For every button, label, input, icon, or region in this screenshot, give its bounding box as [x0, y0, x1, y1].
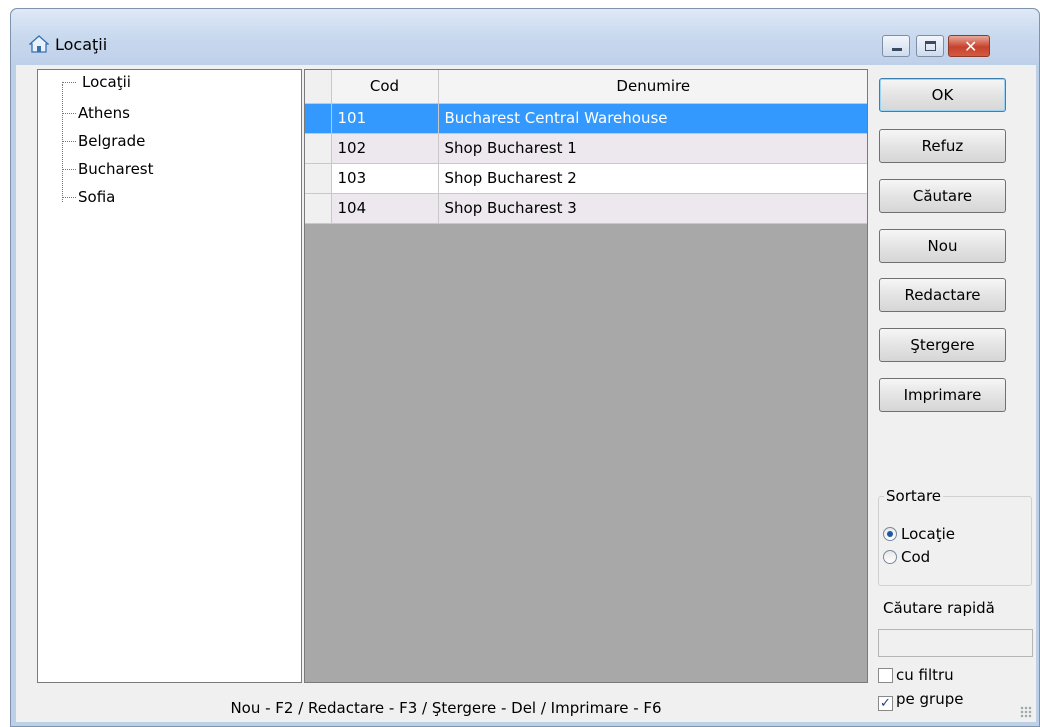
close-icon: ✕ [964, 37, 978, 56]
refuz-button[interactable]: Refuz [879, 129, 1006, 163]
cell-denumire[interactable]: Bucharest Central Warehouse [438, 103, 867, 134]
grid-header: Cod Denumire [305, 70, 867, 104]
row-indicator[interactable] [305, 163, 332, 194]
cu-filtru-checkbox[interactable]: cu filtru [878, 665, 954, 685]
cell-cod[interactable]: 103 [331, 163, 439, 194]
sort-groupbox: Sortare Locaţie Cod [878, 487, 1032, 586]
row-indicator[interactable] [305, 133, 332, 164]
tree-item-belgrade[interactable]: Belgrade [62, 131, 145, 151]
column-header-cod[interactable]: Cod [331, 70, 439, 104]
maximize-button[interactable] [916, 35, 944, 57]
cautare-button[interactable]: Căutare [879, 179, 1006, 213]
cell-cod[interactable]: 102 [331, 133, 439, 164]
shortcut-hint: Nou - F2 / Redactare - F3 / Ştergere - D… [230, 699, 662, 717]
window: Locaţii ✕ Locaţii Athens Belgrade Buchar… [10, 8, 1040, 727]
radio-label: Cod [901, 548, 931, 566]
sort-option-locatie[interactable]: Locaţie [883, 524, 955, 544]
house-icon [28, 35, 50, 53]
minimize-icon [892, 48, 902, 51]
tree-item-sofia[interactable]: Sofia [62, 187, 115, 207]
redactare-button[interactable]: Redactare [879, 278, 1006, 312]
table-row[interactable]: 103 Shop Bucharest 2 [305, 163, 867, 194]
nou-button[interactable]: Nou [879, 229, 1006, 263]
window-title: Locaţii [55, 35, 108, 54]
tree-item-label: Sofia [78, 188, 116, 206]
table-row[interactable]: 102 Shop Bucharest 1 [305, 133, 867, 164]
tree-item-label: Bucharest [78, 160, 154, 178]
resize-grip-icon[interactable] [1020, 706, 1032, 718]
location-tree[interactable]: Locaţii Athens Belgrade Bucharest Sofia [37, 69, 302, 683]
checkmark-icon[interactable]: ✓ [878, 696, 893, 711]
pe-grupe-checkbox[interactable]: ✓ pe grupe [878, 689, 964, 711]
close-button[interactable]: ✕ [948, 35, 990, 57]
sort-option-cod[interactable]: Cod [883, 547, 930, 567]
tree-item-root[interactable]: Locaţii [62, 72, 131, 92]
imprimare-button[interactable]: Imprimare [879, 378, 1006, 412]
stergere-button[interactable]: Ştergere [879, 328, 1006, 362]
row-indicator[interactable] [305, 193, 332, 224]
tree-item-athens[interactable]: Athens [62, 103, 130, 123]
title-bar[interactable]: Locaţii ✕ [11, 9, 1039, 63]
sort-legend: Sortare [884, 487, 944, 505]
radio-unselected-icon[interactable] [883, 550, 897, 564]
cell-cod[interactable]: 104 [331, 193, 439, 224]
cell-denumire[interactable]: Shop Bucharest 2 [438, 163, 867, 194]
table-row[interactable]: 101 Bucharest Central Warehouse [305, 103, 867, 134]
table-row[interactable]: 104 Shop Bucharest 3 [305, 193, 867, 224]
ok-button[interactable]: OK [879, 78, 1006, 112]
client-area: Locaţii Athens Belgrade Bucharest Sofia … [16, 65, 1036, 722]
quick-search-input[interactable] [878, 629, 1033, 657]
tree-item-label: Locaţii [82, 73, 131, 91]
radio-label: Locaţie [901, 525, 955, 543]
cell-denumire[interactable]: Shop Bucharest 1 [438, 133, 867, 164]
maximize-icon [925, 41, 936, 51]
row-indicator-header [305, 70, 332, 104]
radio-selected-icon[interactable] [883, 527, 897, 541]
cell-cod[interactable]: 101 [331, 103, 439, 134]
checkbox-unchecked-icon[interactable] [878, 668, 893, 683]
tree-item-label: Athens [78, 104, 130, 122]
checkbox-label: cu filtru [896, 666, 954, 684]
cell-denumire[interactable]: Shop Bucharest 3 [438, 193, 867, 224]
tree-item-bucharest[interactable]: Bucharest [62, 159, 154, 179]
column-header-denumire[interactable]: Denumire [438, 70, 867, 104]
checkbox-label: pe grupe [896, 690, 964, 708]
tree-item-label: Belgrade [78, 132, 146, 150]
locations-grid[interactable]: Cod Denumire 101 Bucharest Central Wareh… [304, 69, 868, 683]
minimize-button[interactable] [882, 35, 910, 57]
quick-search-label: Căutare rapidă [883, 599, 995, 617]
row-indicator[interactable] [305, 103, 332, 134]
